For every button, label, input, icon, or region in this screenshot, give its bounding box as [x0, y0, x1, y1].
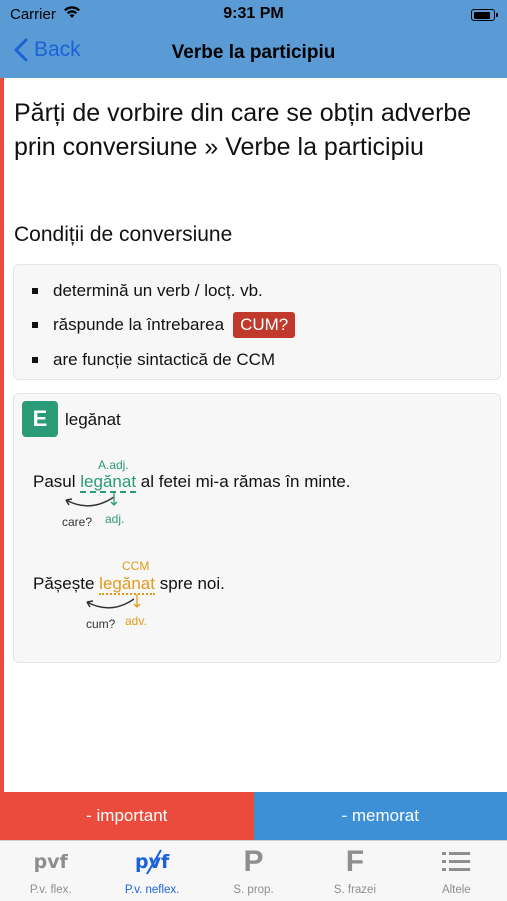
bullet-icon [32, 322, 38, 328]
tab-label: S. prop. [203, 884, 304, 896]
part-of-speech-label: adj. [105, 512, 124, 526]
condition-text: are funcție sintactică de CCM [53, 350, 275, 370]
condition-item: determină un verb / locț. vb. [32, 281, 263, 301]
highlighted-word: legănat [99, 574, 155, 595]
bullet-icon [32, 288, 38, 294]
part-of-speech-label: adv. [125, 614, 147, 628]
tab-s-frazei[interactable]: F S. frazei [304, 841, 405, 901]
page-title: Părți de vorbire din care se obțin adver… [14, 96, 484, 164]
example-word: legănat [65, 410, 121, 430]
letter-f-icon: F [304, 847, 405, 877]
question-label: cum? [86, 617, 115, 631]
condition-item: răspunde la întrebarea CUM? [32, 312, 295, 338]
important-button[interactable]: - important [0, 792, 254, 840]
highlighted-word: legănat [80, 472, 136, 493]
example-box: E legănat A.adj. Pasul legănat al fetei … [13, 393, 501, 663]
condition-text: determină un verb / locț. vb. [53, 281, 263, 301]
mark-actions: - important - memorat [0, 792, 507, 840]
tab-label: P.v. neflex. [101, 884, 202, 896]
list-icon [406, 847, 507, 877]
tab-label: Altele [406, 884, 507, 896]
example-sentence: Pasul legănat al fetei mi-a rămas în min… [33, 472, 351, 492]
nav-title: Verbe la participiu [0, 42, 507, 64]
status-bar: Carrier 9:31 PM [0, 0, 507, 30]
tab-bar: pvf P.v. flex. pvf P.v. neflex. P S. pro… [0, 840, 507, 901]
main-content: Părți de vorbire din care se obțin adver… [0, 78, 507, 792]
question-badge: CUM? [233, 312, 295, 338]
question-label: care? [62, 515, 92, 529]
tab-altele[interactable]: Altele [406, 841, 507, 901]
tab-s-prop[interactable]: P S. prop. [203, 841, 304, 901]
bullet-icon [32, 357, 38, 363]
conditions-box: determină un verb / locț. vb. răspunde l… [13, 264, 501, 380]
memorized-button[interactable]: - memorat [254, 792, 507, 840]
battery-icon [471, 9, 495, 21]
navigation-bar: Back Verbe la participiu [0, 30, 507, 78]
syntactic-label: CCM [122, 559, 149, 573]
condition-item: are funcție sintactică de CCM [32, 350, 275, 370]
tab-pv-flex[interactable]: pvf P.v. flex. [0, 841, 101, 901]
condition-text: răspunde la întrebarea [53, 315, 224, 335]
example-sentence: Pășește legănat spre noi. [33, 574, 225, 594]
pvf-icon: pvf [0, 847, 101, 877]
syntactic-label: A.adj. [98, 458, 129, 472]
status-time: 9:31 PM [0, 5, 507, 23]
example-badge: E [22, 401, 58, 437]
letter-p-icon: P [203, 847, 304, 877]
pvf-crossed-icon: pvf [101, 847, 202, 877]
tab-label: P.v. flex. [0, 884, 101, 896]
tab-label: S. frazei [304, 884, 405, 896]
section-title: Condiții de conversiune [14, 223, 232, 247]
tab-pv-neflex[interactable]: pvf P.v. neflex. [101, 841, 202, 901]
